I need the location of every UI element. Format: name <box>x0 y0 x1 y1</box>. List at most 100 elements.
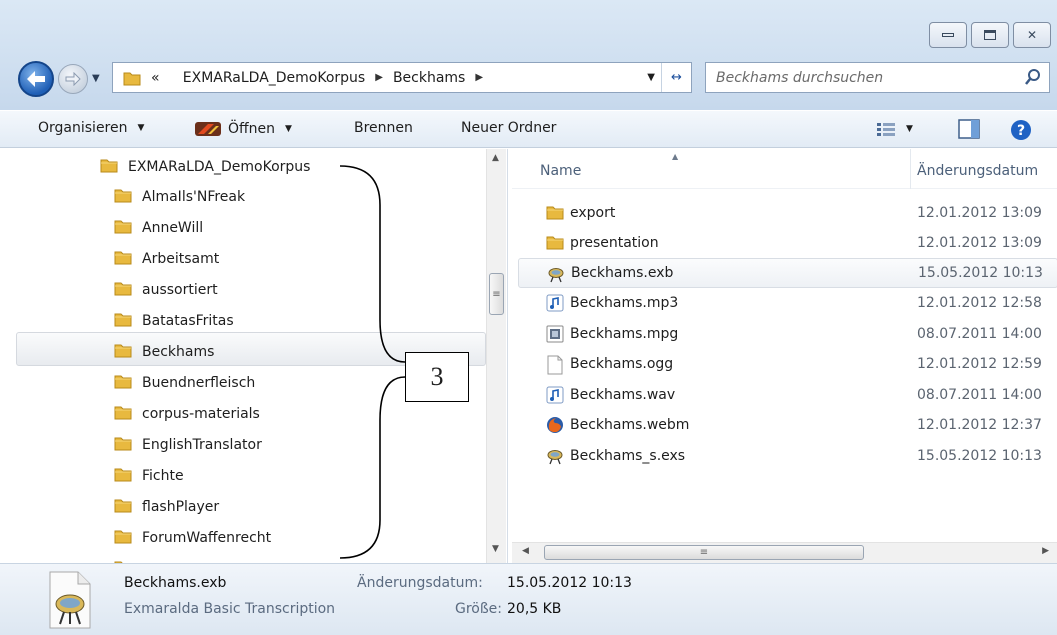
sort-ascending-icon: ▲ <box>672 152 679 161</box>
search-box[interactable]: Beckhams durchsuchen <box>705 62 1050 93</box>
new-folder-label: Neuer Ordner <box>461 120 557 136</box>
file-date: 08.07.2011 14:00 <box>917 387 1042 403</box>
tree-item[interactable]: aussortiert <box>114 280 218 300</box>
details-pane: Beckhams.exb Exmaralda Basic Transcripti… <box>0 563 1057 635</box>
column-divider[interactable] <box>910 149 911 189</box>
breadcrumb-separator-icon[interactable]: ▶ <box>475 72 483 83</box>
address-bar[interactable]: « EXMARaLDA_DemoKorpus ▶ Beckhams ▶ ▼ ↔ <box>112 62 692 93</box>
exmaralda-icon <box>547 265 564 283</box>
scroll-left-icon[interactable]: ◀ <box>522 546 529 556</box>
breadcrumb-segment[interactable]: EXMARaLDA_DemoKorpus <box>183 70 365 86</box>
file-list-horizontal-scrollbar[interactable]: ◀ ≡ ▶ <box>512 542 1057 563</box>
forward-arrow-icon <box>65 72 81 86</box>
tree-item[interactable]: flashPlayer <box>114 497 219 517</box>
scroll-right-icon[interactable]: ▶ <box>1042 546 1049 556</box>
file-row[interactable]: Beckhams_s.exs 15.05.2012 10:13 <box>518 441 1057 471</box>
column-header-date[interactable]: Änderungsdatum <box>917 163 1038 179</box>
open-label: Öffnen <box>228 121 276 137</box>
file-name: Beckhams.wav <box>570 387 676 403</box>
folder-icon <box>114 218 132 238</box>
audio-icon <box>546 386 564 404</box>
tree-item[interactable]: AnneWill <box>114 218 203 238</box>
refresh-icon: ↔ <box>671 70 682 85</box>
folder-icon <box>114 435 132 455</box>
audio-icon <box>546 294 564 312</box>
close-button[interactable]: ✕ <box>1013 22 1051 48</box>
tree-item-root[interactable]: EXMARaLDA_DemoKorpus <box>100 157 310 177</box>
minimize-button[interactable] <box>929 22 967 48</box>
tree-item-label: EnglishTranslator <box>142 437 262 453</box>
folder-icon <box>114 528 132 548</box>
file-row[interactable]: Beckhams.webm 12.01.2012 12:37 <box>518 410 1057 440</box>
change-view-button[interactable]: ▼ <box>876 121 913 137</box>
help-icon: ? <box>1011 120 1031 140</box>
tree-item-label: flashPlayer <box>142 499 220 515</box>
search-placeholder: Beckhams durchsuchen <box>716 69 884 86</box>
tree-vertical-scrollbar[interactable]: ▲ ≡ ▼ <box>486 149 506 563</box>
file-row[interactable]: Beckhams.exb 15.05.2012 10:13 <box>518 258 1057 288</box>
breadcrumb-overflow[interactable]: « <box>151 70 160 86</box>
folder-icon <box>114 404 132 424</box>
file-name: Beckhams.exb <box>571 265 674 281</box>
tree-item[interactable]: Buendnerfleisch <box>114 373 255 393</box>
maximize-button[interactable] <box>971 22 1009 48</box>
forward-button[interactable] <box>58 64 88 94</box>
tree-item[interactable]: Beckhams <box>114 342 214 362</box>
burn-label: Brennen <box>354 120 413 136</box>
preview-pane-button[interactable] <box>958 119 980 139</box>
file-date: 12.01.2012 12:37 <box>917 417 1042 433</box>
organize-label: Organisieren <box>38 120 128 136</box>
view-options-icon <box>877 123 895 136</box>
tree-item-label: EXMARaLDA_DemoKorpus <box>128 159 311 175</box>
recent-pages-dropdown[interactable]: ▼ <box>92 73 100 84</box>
scroll-thumb[interactable]: ≡ <box>489 273 504 315</box>
tree-item-label: AlmaIls'NFreak <box>142 189 246 205</box>
tree-item-label: Beckhams <box>142 344 215 360</box>
refresh-button[interactable]: ↔ <box>661 63 691 92</box>
column-header-name[interactable]: Name <box>540 163 581 179</box>
file-row[interactable]: Beckhams.mpg 08.07.2011 14:00 <box>518 319 1057 349</box>
tree-item[interactable]: corpus-materials <box>114 404 260 424</box>
tree-item[interactable]: ForumWaffenrecht <box>114 528 271 548</box>
help-button[interactable]: ? <box>1010 119 1032 141</box>
file-row[interactable]: Beckhams.wav 08.07.2011 14:00 <box>518 380 1057 410</box>
column-header-row: ▲ Name Änderungsdatum <box>512 149 1057 189</box>
back-button[interactable] <box>18 61 54 97</box>
file-date: 12.01.2012 13:09 <box>917 235 1042 251</box>
file-list: ▲ Name Änderungsdatum export 12.01.2012 1… <box>512 149 1057 563</box>
tree-item[interactable]: Arbeitsamt <box>114 249 219 269</box>
chevron-down-icon: ▼ <box>137 123 145 133</box>
tree-item[interactable]: BatatasFritas <box>114 311 234 331</box>
breadcrumb-segment[interactable]: Beckhams <box>393 70 465 86</box>
breadcrumb-separator-icon[interactable]: ▶ <box>375 72 383 83</box>
details-filename: Beckhams.exb <box>124 575 227 591</box>
file-row[interactable]: Beckhams.mp3 12.01.2012 12:58 <box>518 288 1057 318</box>
file-row[interactable]: Beckhams.ogg 12.01.2012 12:59 <box>518 349 1057 379</box>
search-icon[interactable] <box>1025 68 1041 86</box>
file-date: 12.01.2012 12:58 <box>917 295 1042 311</box>
tree-item-label: BatatasFritas <box>142 313 234 329</box>
tree-item-label: ForumWaffenrecht <box>142 530 272 546</box>
tree-item[interactable]: EnglishTranslator <box>114 435 262 455</box>
scroll-down-icon[interactable]: ▼ <box>492 544 499 554</box>
tree-item-label: Fichte <box>142 468 184 484</box>
scroll-up-icon[interactable]: ▲ <box>492 153 499 163</box>
address-dropdown-icon[interactable]: ▼ <box>647 72 655 83</box>
organize-menu[interactable]: Organisieren ▼ <box>38 120 144 136</box>
exmaralda-icon <box>546 447 563 465</box>
folder-icon <box>114 497 132 517</box>
burn-button[interactable]: Brennen <box>354 120 413 136</box>
file-row[interactable]: export 12.01.2012 13:09 <box>518 198 1057 228</box>
tree-item[interactable]: AlmaIls'NFreak <box>114 187 245 207</box>
open-menu[interactable]: Öffnen ▼ <box>194 120 292 138</box>
tree-item[interactable]: Fichte <box>114 466 184 486</box>
file-name: presentation <box>570 235 659 251</box>
blank-file-icon <box>546 355 563 375</box>
new-folder-button[interactable]: Neuer Ordner <box>461 120 556 136</box>
navigation-bar: ▼ « EXMARaLDA_DemoKorpus ▶ Beckhams ▶ ▼ … <box>0 58 1057 98</box>
file-row[interactable]: presentation 12.01.2012 13:09 <box>518 228 1057 258</box>
annotation-label: 3 <box>405 352 469 402</box>
annotation-number: 3 <box>430 362 444 391</box>
scroll-thumb[interactable]: ≡ <box>544 545 864 560</box>
file-date: 08.07.2011 14:00 <box>917 326 1042 342</box>
